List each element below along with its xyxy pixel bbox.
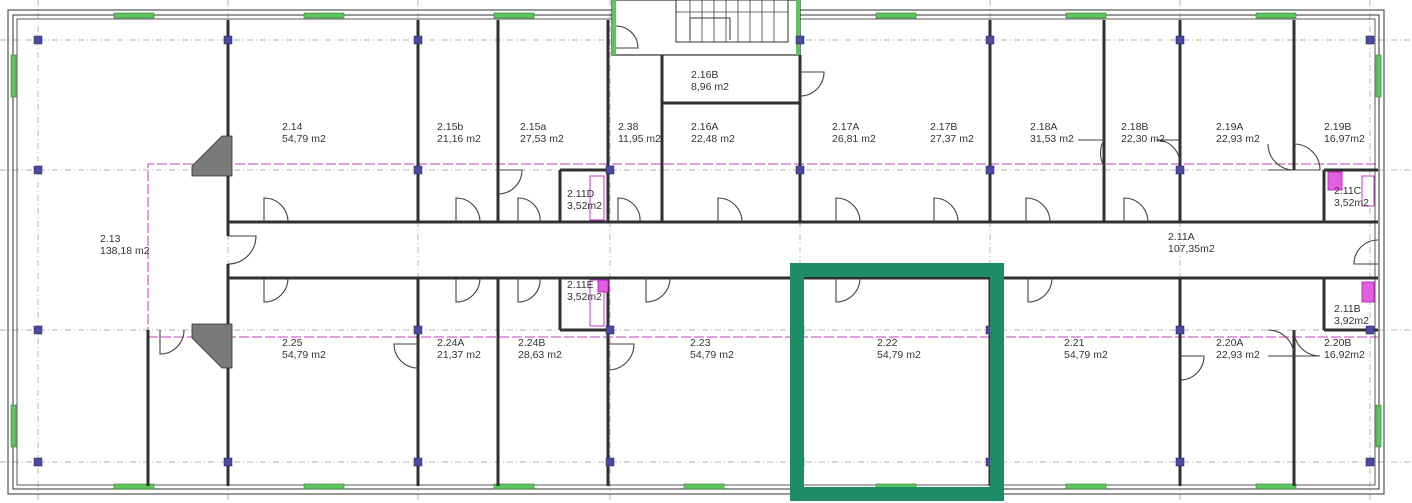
room-label[interactable]: 2.11B 3,92m2 (1334, 303, 1369, 327)
room-label[interactable]: 2.25 54,79 m2 (282, 337, 326, 361)
floor-plan: 2.13 138,18 m2 2.14 54,79 m2 2.15b 21,16 m2… (0, 0, 1412, 503)
room-label[interactable]: 2.18A 31,53 m2 (1030, 121, 1074, 145)
wc-fixtures (589, 171, 1375, 327)
room-label[interactable]: 2.15b 21,16 m2 (437, 121, 481, 145)
room-label[interactable]: 2.21 54,79 m2 (1064, 337, 1108, 361)
room-label[interactable]: 2.17A 26,81 m2 (832, 121, 876, 145)
selected-room-highlight[interactable] (790, 263, 1004, 501)
room-label[interactable]: 2.23 54,79 m2 (690, 337, 734, 361)
room-label[interactable]: 2.16A 22,48 m2 (691, 121, 735, 145)
room-label[interactable]: 2.19A 22,93 m2 (1216, 121, 1260, 145)
room-label[interactable]: 2.24A 21,37 m2 (437, 337, 481, 361)
room-label[interactable]: 2.24B 28,63 m2 (518, 337, 562, 361)
stairwell (611, 0, 801, 56)
wall-corner-pieces (191, 135, 233, 369)
room-label[interactable]: 2.20A 22,93 m2 (1216, 337, 1260, 361)
room-label[interactable]: 2.18B 22,30 m2 (1121, 121, 1165, 145)
room-label[interactable]: 2.22 54,79 m2 (877, 337, 921, 361)
floor-plan-drawing: 2.13 138,18 m2 2.14 54,79 m2 2.15b 21,16 m2… (0, 0, 1412, 503)
room-label[interactable]: 2.20B 16,92m2 (1324, 337, 1365, 361)
room-label[interactable]: 2.14 54,79 m2 (282, 121, 326, 145)
room-label[interactable]: 2.17B 27,37 m2 (930, 121, 974, 145)
room-label[interactable]: 2.19B 16,97m2 (1324, 121, 1365, 145)
room-label[interactable]: 2.16B 8,96 m2 (691, 69, 729, 93)
room-label[interactable]: 2.38 11,95 m2 (618, 121, 661, 145)
room-label[interactable]: 2.13 138,18 m2 (100, 233, 150, 257)
doors (159, 25, 1379, 381)
room-label[interactable]: 2.15a 27,53 m2 (520, 121, 564, 145)
room-label[interactable]: 2.11A 107,35m2 (1168, 231, 1215, 255)
